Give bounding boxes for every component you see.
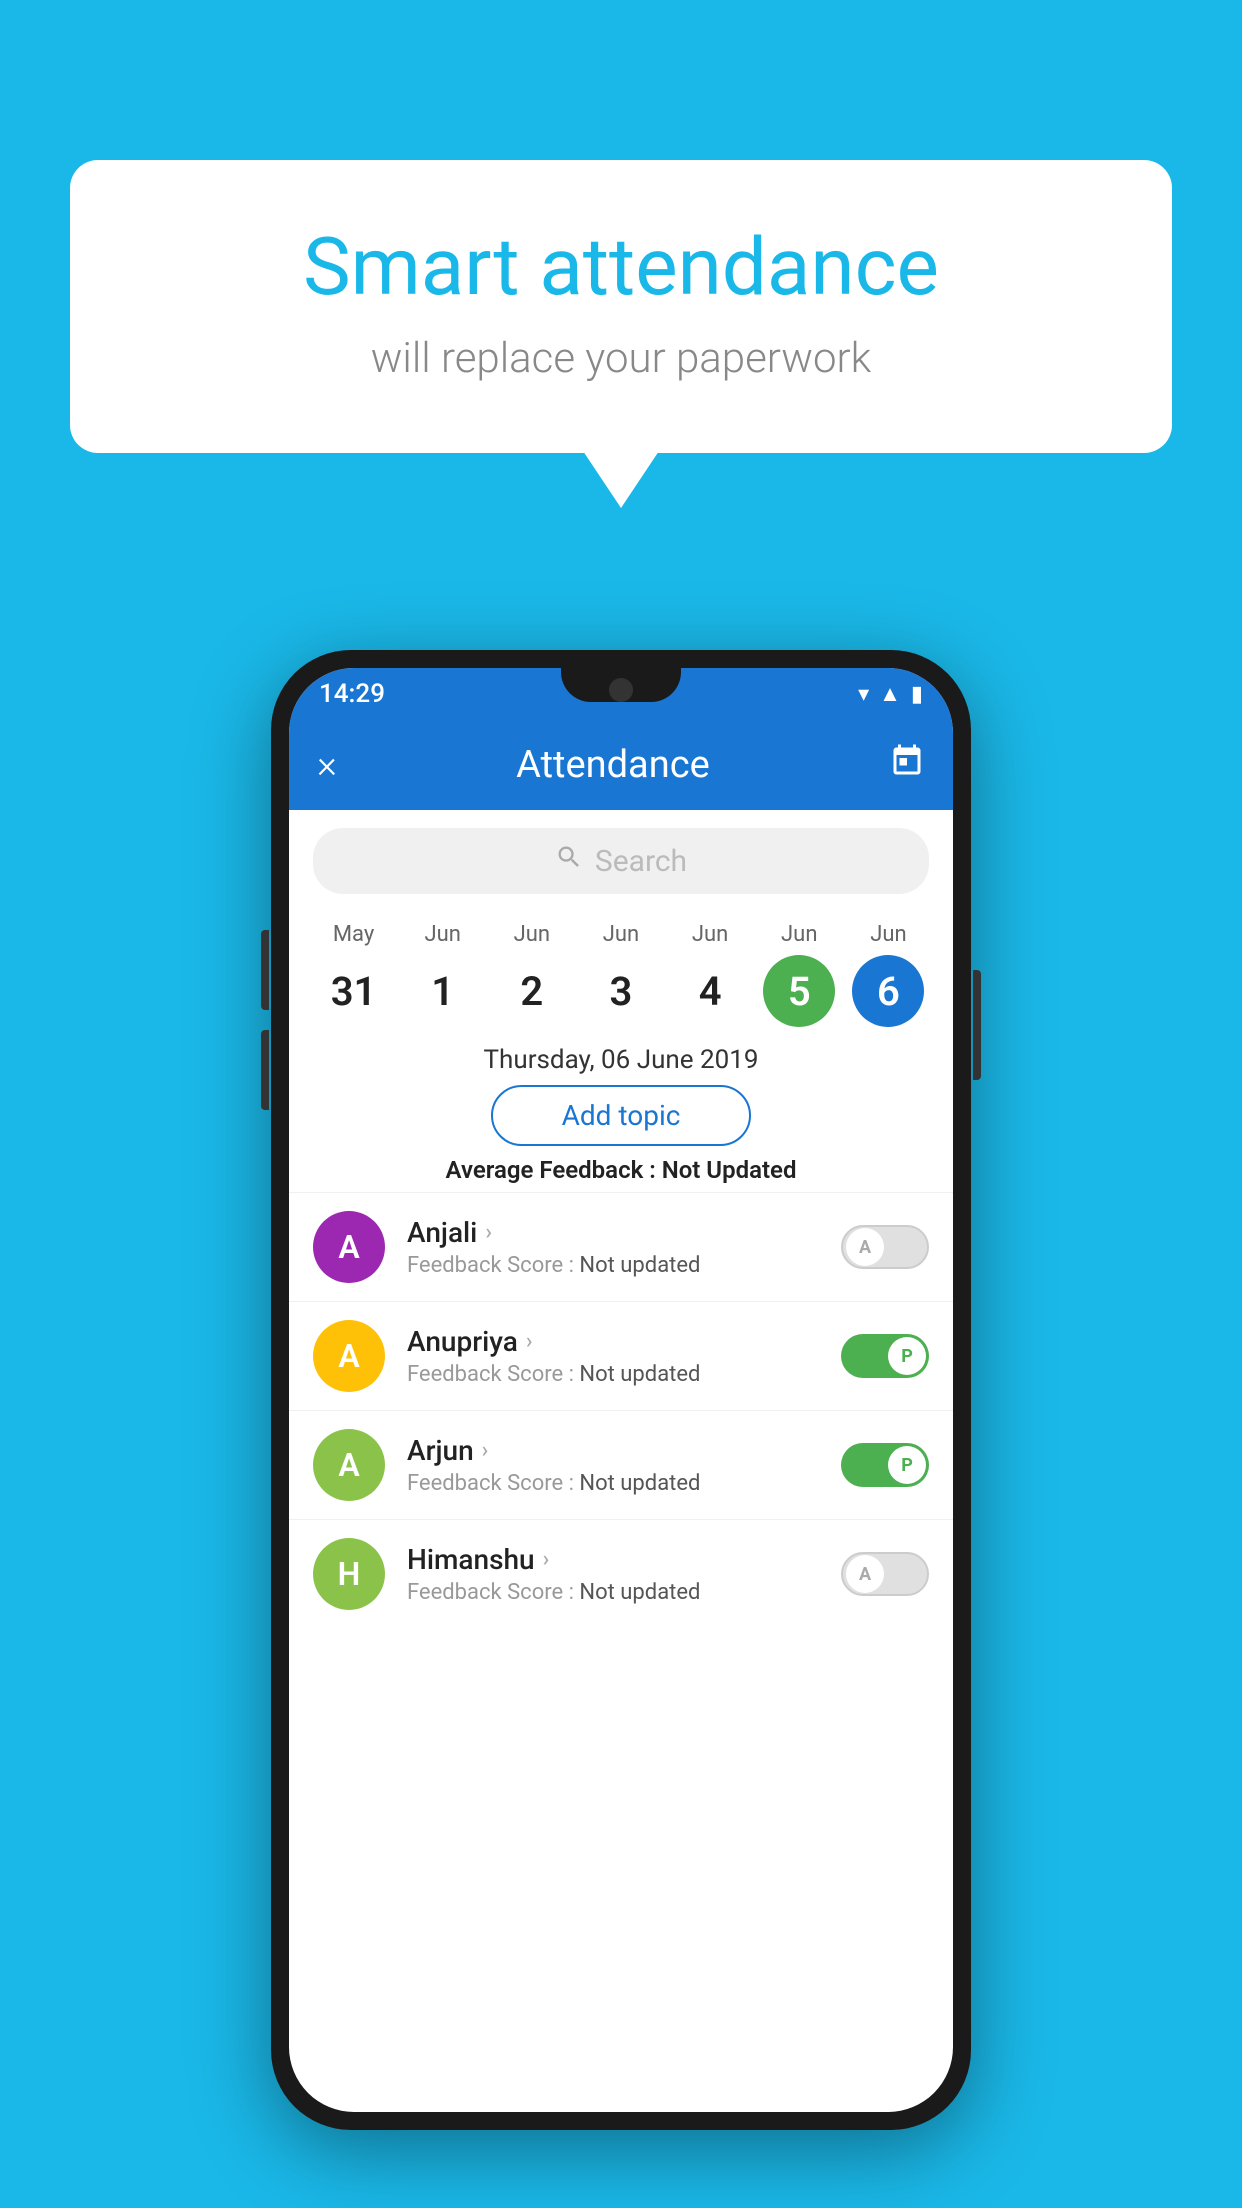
chevron-icon: ›: [485, 1220, 492, 1245]
calendar-icon[interactable]: [889, 743, 925, 787]
calendar-day-1[interactable]: Jun 1: [403, 922, 483, 1027]
toggle-knob: P: [888, 1446, 926, 1484]
student-name: Himanshu ›: [407, 1543, 841, 1576]
chevron-icon: ›: [482, 1438, 489, 1463]
bubble-title: Smart attendance: [140, 220, 1102, 314]
calendar-day-6[interactable]: Jun 6: [848, 922, 928, 1027]
calendar-strip: May 31 Jun 1 Jun 2 Jun 3 Jun 4 Jun 5 Jun 6: [289, 912, 953, 1027]
cal-date-number: 3: [585, 955, 657, 1027]
phone-camera: [609, 678, 633, 702]
cal-month-label: Jun: [424, 922, 460, 947]
attendance-toggle[interactable]: P: [841, 1443, 929, 1487]
student-info: Arjun › Feedback Score : Not updated: [407, 1434, 841, 1496]
battery-icon: ▮: [911, 682, 923, 707]
attendance-toggle[interactable]: A: [841, 1225, 929, 1269]
toggle-switch[interactable]: P: [841, 1443, 929, 1487]
student-avatar: A: [313, 1211, 385, 1283]
selected-date-label: Thursday, 06 June 2019: [289, 1045, 953, 1075]
student-name: Arjun ›: [407, 1434, 841, 1467]
attendance-toggle[interactable]: P: [841, 1334, 929, 1378]
avg-feedback: Average Feedback : Not Updated: [289, 1156, 953, 1184]
avg-feedback-value: Not Updated: [662, 1156, 797, 1184]
cal-month-label: Jun: [781, 922, 817, 947]
student-name: Anupriya ›: [407, 1325, 841, 1358]
student-feedback: Feedback Score : Not updated: [407, 1580, 841, 1605]
calendar-day-2[interactable]: Jun 2: [492, 922, 572, 1027]
status-time: 14:29: [319, 679, 385, 709]
student-info: Anjali › Feedback Score : Not updated: [407, 1216, 841, 1278]
calendar-day-4[interactable]: Jun 4: [670, 922, 750, 1027]
cal-date-number: 31: [318, 955, 390, 1027]
feedback-value: Not updated: [579, 1362, 700, 1387]
student-avatar: A: [313, 1429, 385, 1501]
feedback-value: Not updated: [579, 1253, 700, 1278]
cal-month-label: Jun: [514, 922, 550, 947]
toggle-knob: P: [888, 1337, 926, 1375]
toggle-knob: A: [846, 1228, 884, 1266]
student-info: Himanshu › Feedback Score : Not updated: [407, 1543, 841, 1605]
student-name: Anjali ›: [407, 1216, 841, 1249]
cal-date-number: 4: [674, 955, 746, 1027]
power-button: [973, 970, 981, 1080]
toggle-switch[interactable]: P: [841, 1334, 929, 1378]
calendar-day-31[interactable]: May 31: [314, 922, 394, 1027]
student-feedback: Feedback Score : Not updated: [407, 1471, 841, 1496]
phone-wrapper: 14:29 ▾ ▲ ▮ × Attendance: [80, 650, 1162, 2130]
toggle-switch[interactable]: A: [841, 1225, 929, 1269]
speech-bubble: Smart attendance will replace your paper…: [70, 160, 1172, 453]
add-topic-button[interactable]: Add topic: [491, 1085, 751, 1146]
student-info: Anupriya › Feedback Score : Not updated: [407, 1325, 841, 1387]
signal-icon: ▲: [879, 681, 901, 707]
app-header: × Attendance: [289, 720, 953, 810]
student-feedback: Feedback Score : Not updated: [407, 1362, 841, 1387]
wifi-icon: ▾: [858, 682, 869, 707]
speech-bubble-container: Smart attendance will replace your paper…: [70, 160, 1172, 453]
chevron-icon: ›: [543, 1547, 550, 1572]
status-icons: ▾ ▲ ▮: [858, 681, 923, 707]
calendar-day-5[interactable]: Jun 5: [759, 922, 839, 1027]
cal-date-number: 2: [496, 955, 568, 1027]
header-title: Attendance: [516, 743, 710, 787]
cal-month-label: Jun: [603, 922, 639, 947]
chevron-icon: ›: [526, 1329, 533, 1354]
student-row[interactable]: H Himanshu › Feedback Score : Not updatedA: [289, 1519, 953, 1628]
student-list: AAnjali ›Feedback Score : Not updatedAAA…: [289, 1192, 953, 1628]
feedback-value: Not updated: [579, 1471, 700, 1496]
student-feedback: Feedback Score : Not updated: [407, 1253, 841, 1278]
cal-date-number: 5: [763, 955, 835, 1027]
vol-up-button: [261, 930, 269, 1010]
cal-month-label: Jun: [870, 922, 906, 947]
search-bar[interactable]: Search: [313, 828, 929, 894]
toggle-knob: A: [846, 1555, 884, 1593]
student-row[interactable]: A Anupriya › Feedback Score : Not updated P: [289, 1301, 953, 1410]
student-row[interactable]: AAnjali ›Feedback Score : Not updatedA: [289, 1192, 953, 1301]
feedback-value: Not updated: [579, 1580, 700, 1605]
search-placeholder: Search: [595, 844, 687, 879]
close-button[interactable]: ×: [317, 743, 337, 787]
student-avatar: A: [313, 1320, 385, 1392]
cal-date-number: 1: [407, 955, 479, 1027]
calendar-day-3[interactable]: Jun 3: [581, 922, 661, 1027]
student-avatar: H: [313, 1538, 385, 1610]
vol-down-button: [261, 1030, 269, 1110]
phone-screen: 14:29 ▾ ▲ ▮ × Attendance: [289, 668, 953, 2112]
attendance-toggle[interactable]: A: [841, 1552, 929, 1596]
cal-date-number: 6: [852, 955, 924, 1027]
toggle-switch[interactable]: A: [841, 1552, 929, 1596]
avg-feedback-label: Average Feedback :: [446, 1156, 656, 1184]
search-icon: [555, 843, 583, 879]
cal-month-label: May: [333, 922, 374, 947]
student-row[interactable]: A Arjun › Feedback Score : Not updated P: [289, 1410, 953, 1519]
cal-month-label: Jun: [692, 922, 728, 947]
phone: 14:29 ▾ ▲ ▮ × Attendance: [271, 650, 971, 2130]
bubble-subtitle: will replace your paperwork: [140, 334, 1102, 383]
